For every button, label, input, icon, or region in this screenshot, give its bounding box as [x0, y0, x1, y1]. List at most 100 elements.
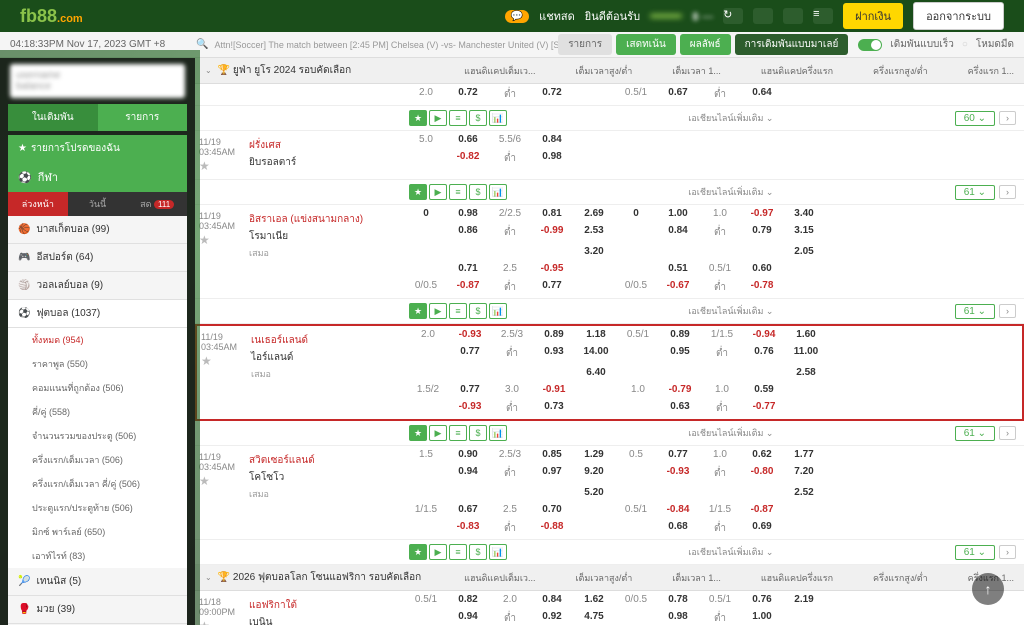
odds-cell[interactable]: 0.68 [657, 519, 699, 538]
odds-cell[interactable]: ต่ำ [491, 344, 533, 363]
odds-cell[interactable]: 0.97 [531, 464, 573, 483]
odds-cell[interactable]: 1.0 [701, 382, 743, 397]
odds-cell[interactable]: 0.51 [657, 261, 699, 276]
line-count[interactable]: 60 ⌄ [955, 111, 995, 126]
odds-cell[interactable]: 1.5/2 [407, 382, 449, 397]
odds-cell[interactable]: 0.62 [741, 447, 783, 462]
odds-cell[interactable]: 2.53 [573, 223, 615, 242]
odds-cell[interactable]: 0.77 [657, 447, 699, 462]
odds-cell[interactable]: -0.94 [743, 327, 785, 342]
odds-cell[interactable]: 1/1.5 [699, 502, 741, 517]
tab-results[interactable]: ผลลัพธ์ [680, 34, 731, 55]
odds-cell[interactable]: 0.73 [533, 399, 575, 418]
odds-cell[interactable]: 5.0 [405, 132, 447, 147]
odds-cell[interactable]: ต่ำ [489, 149, 531, 168]
stats-action-icon[interactable]: ≡ [449, 184, 467, 200]
odds-cell[interactable]: 6.40 [575, 365, 617, 380]
chat-link[interactable]: แชทสด [539, 7, 575, 25]
star-action-icon[interactable]: ★ [409, 110, 427, 126]
line-count[interactable]: 61 ⌄ [955, 185, 995, 200]
home-team[interactable]: ฝรั่งเศส [249, 137, 401, 154]
odds-cell[interactable]: 3.20 [573, 244, 615, 259]
odds-cell[interactable]: ต่ำ [489, 278, 531, 297]
odds-cell[interactable]: ต่ำ [699, 278, 741, 297]
odds-cell[interactable]: -0.99 [531, 223, 573, 242]
away-team[interactable]: ยิบรอลตาร์ [249, 154, 401, 171]
away-team[interactable]: โคโซโว [249, 469, 401, 486]
odds-cell[interactable]: 2.5 [489, 261, 531, 276]
odds-cell[interactable]: 0.94 [447, 464, 489, 483]
odds-cell[interactable]: 1.0 [617, 382, 659, 397]
odds-cell[interactable]: 0.69 [741, 519, 783, 538]
scroll-top-button[interactable]: ↑ [972, 573, 1004, 605]
odds-cell[interactable]: -0.84 [657, 502, 699, 517]
fav-star-icon[interactable]: ★ [199, 233, 241, 247]
odds-cell[interactable]: -0.87 [447, 278, 489, 297]
odds-cell[interactable]: -0.79 [659, 382, 701, 397]
quick-bet-toggle[interactable] [858, 39, 882, 51]
odds-cell[interactable]: 0.89 [533, 327, 575, 342]
sport-sub-item[interactable]: เอาท์ไรท์ (83) [8, 544, 187, 568]
odds-cell[interactable]: -0.93 [449, 327, 491, 342]
sport-sub-item[interactable]: ทั้งหมด (954) [8, 328, 187, 352]
stats-action-icon[interactable]: ≡ [449, 544, 467, 560]
odds-cell[interactable]: 0.63 [659, 399, 701, 418]
odds-cell[interactable]: 0.5/1 [615, 502, 657, 517]
odds-cell[interactable]: 1.29 [573, 447, 615, 462]
refresh-icon[interactable]: ↻ [723, 8, 743, 24]
sport-tab-live[interactable]: สด 111 [127, 192, 187, 216]
more-lines-link[interactable]: เอเชียนไลน์เพิ่มเติม ⌄ [511, 185, 951, 199]
sport-sub-item[interactable]: จำนวนรวมของประตู (506) [8, 424, 187, 448]
odds-cell[interactable]: ต่ำ [489, 85, 531, 104]
odds-cell[interactable]: 0.84 [657, 223, 699, 242]
odds-cell[interactable]: ต่ำ [489, 609, 531, 625]
odds-cell[interactable]: 0.98 [657, 609, 699, 625]
transfer-icon[interactable] [753, 8, 773, 24]
odds-cell[interactable]: -0.78 [741, 278, 783, 297]
odds-cell[interactable]: 0.76 [741, 592, 783, 607]
odds-cell[interactable]: ต่ำ [699, 464, 741, 483]
balance-icon[interactable]: ฿ — [692, 10, 713, 23]
odds-cell[interactable]: -0.67 [657, 278, 699, 297]
tab-highlight[interactable]: เสดทเน้น [616, 34, 676, 55]
sport-sub-item[interactable]: มิกซ์ พาร์เลย์ (650) [8, 520, 187, 544]
odds-cell[interactable]: -0.87 [741, 502, 783, 517]
odds-cell[interactable]: -0.93 [449, 399, 491, 418]
play-action-icon[interactable]: ▶ [429, 425, 447, 441]
sport-sub-item[interactable]: ครึ่งแรก/เต็มเวลา คี่/คู่ (506) [8, 472, 187, 496]
odds-cell[interactable]: 0.92 [531, 609, 573, 625]
odds-cell[interactable]: 0.71 [447, 261, 489, 276]
odds-cell[interactable]: 3.15 [783, 223, 825, 242]
more-lines-link[interactable]: เอเชียนไลน์เพิ่มเติม ⌄ [511, 304, 951, 318]
favorites-bar[interactable]: ★ รายการโปรดของฉัน [8, 135, 187, 162]
fav-star-icon[interactable]: ★ [199, 474, 241, 488]
odds-cell[interactable]: 0.5 [615, 447, 657, 462]
odds-cell[interactable]: 14.00 [575, 344, 617, 363]
odds-cell[interactable]: 9.20 [573, 464, 615, 483]
sport-sub-item[interactable]: ครึ่งแรก/เต็มเวลา (506) [8, 448, 187, 472]
play-action-icon[interactable]: ▶ [429, 303, 447, 319]
odds-cell[interactable]: 0.5/1 [617, 327, 659, 342]
star-action-icon[interactable]: ★ [409, 303, 427, 319]
deposit-button[interactable]: ฝากเงิน [843, 3, 903, 29]
play-action-icon[interactable]: ▶ [429, 184, 447, 200]
odds-cell[interactable]: 0.66 [447, 132, 489, 147]
tab-list[interactable]: รายการ [558, 34, 612, 55]
odds-cell[interactable]: 4.75 [573, 609, 615, 625]
sport-tab-today[interactable]: วันนี้ [68, 192, 128, 216]
away-team[interactable]: เบนิน [249, 614, 401, 625]
odds-cell[interactable]: 1.00 [657, 206, 699, 221]
cash-action-icon[interactable]: $ [469, 544, 487, 560]
odds-cell[interactable]: 2.0 [405, 85, 447, 104]
expand-arrow-icon[interactable]: › [999, 426, 1016, 440]
odds-cell[interactable]: 11.00 [785, 344, 827, 363]
odds-cell[interactable]: 2.5 [489, 502, 531, 517]
star-action-icon[interactable]: ★ [409, 184, 427, 200]
line-count[interactable]: 61 ⌄ [955, 426, 995, 441]
odds-cell[interactable]: -0.77 [743, 399, 785, 418]
odds-cell[interactable]: 0 [615, 206, 657, 221]
tab-odds-format[interactable]: การเดิมพันแบบมาเลย์ [735, 34, 849, 55]
odds-cell[interactable]: 1.5 [405, 447, 447, 462]
expand-arrow-icon[interactable]: › [999, 111, 1016, 125]
odds-cell[interactable]: 0.72 [447, 85, 489, 104]
